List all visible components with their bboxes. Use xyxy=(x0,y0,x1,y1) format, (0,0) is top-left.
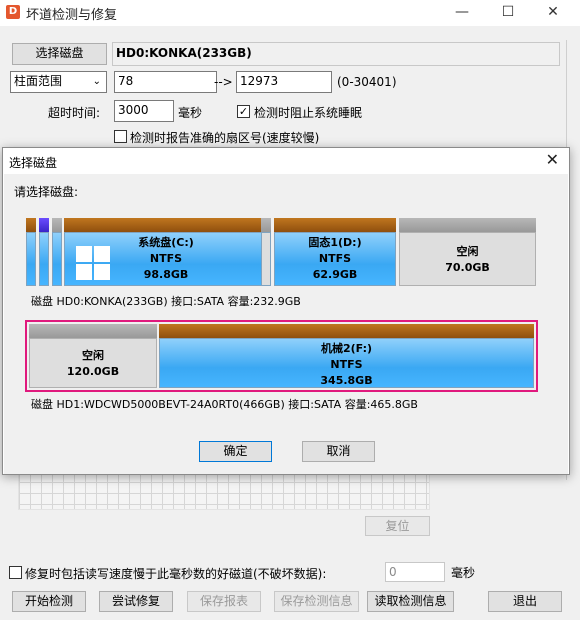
range-arrow: --> xyxy=(214,75,233,89)
repair-slow-label: 修复时包括读写速度慢于此毫秒数的好磁道(不破坏数据): xyxy=(25,567,327,581)
dialog-prompt: 请选择磁盘: xyxy=(14,185,79,199)
timeout-label: 超时时间: xyxy=(48,106,101,120)
timeout-input[interactable]: 3000 xyxy=(114,100,174,122)
disk0-info: 磁盘 HD0:KONKA(233GB) 接口:SATA 容量:232.9GB xyxy=(31,295,301,308)
save-report-button[interactable]: 保存报表 xyxy=(187,591,261,612)
chevron-down-icon: ⌄ xyxy=(92,76,101,87)
minimize-icon[interactable]: — xyxy=(440,0,484,24)
ok-button[interactable]: 确定 xyxy=(199,441,272,462)
range-start-input[interactable]: 78 xyxy=(114,71,217,93)
partition-f-size: 345.8GB xyxy=(320,374,373,387)
disk-name-box: HD0:KONKA(233GB) xyxy=(112,42,560,66)
disk0-reserved-2[interactable] xyxy=(39,218,49,286)
disk0-free-size: 70.0GB xyxy=(445,261,490,274)
prevent-sleep-checkbox[interactable]: ✓ xyxy=(237,105,250,118)
disk1-free-name: 空闲 xyxy=(82,349,104,362)
disk0-reserved-3[interactable] xyxy=(52,218,62,286)
try-repair-button[interactable]: 尝试修复 xyxy=(99,591,173,612)
repair-slow-input[interactable]: 0 xyxy=(385,562,445,582)
read-info-button[interactable]: 读取检测信息 xyxy=(367,591,454,612)
maximize-icon[interactable]: ☐ xyxy=(486,0,530,24)
sector-grid xyxy=(18,470,430,510)
save-info-button[interactable]: 保存检测信息 xyxy=(274,591,359,612)
partition-d[interactable]: 固态1(D:) NTFS 62.9GB xyxy=(274,218,396,286)
report-sector-checkbox[interactable] xyxy=(114,130,127,143)
range-end-input[interactable]: 12973 xyxy=(236,71,332,93)
disk1-info: 磁盘 HD1:WDCWD5000BEVT-24A0RT0(466GB) 接口:S… xyxy=(31,398,418,411)
repair-slow-checkbox[interactable] xyxy=(9,566,22,579)
disk0-reserved-4[interactable] xyxy=(261,218,271,286)
dialog-title: 选择磁盘 xyxy=(9,156,58,170)
partition-f[interactable]: 机械2(F:) NTFS 345.8GB xyxy=(159,324,534,388)
partition-d-fs: NTFS xyxy=(318,252,352,265)
range-select-value: 柱面范围 xyxy=(14,74,63,88)
partition-d-name: 固态1(D:) xyxy=(308,236,362,249)
disk1-map[interactable]: 空闲 120.0GB 机械2(F:) NTFS 345.8GB xyxy=(25,320,538,392)
dialog-body: 请选择磁盘: 系统盘(C:) NTFS 98.8GB 固态1(D:) NTFS … xyxy=(4,174,568,474)
prevent-sleep-label: 检测时阻止系统睡眠 xyxy=(254,106,363,120)
close-icon[interactable]: ✕ xyxy=(531,0,575,24)
select-disk-dialog: 选择磁盘 ✕ 请选择磁盘: 系统盘(C:) NTFS 98.8GB 固态1(D:… xyxy=(2,147,570,475)
disk0-reserved-1[interactable] xyxy=(26,218,36,286)
reset-button[interactable]: 复位 xyxy=(365,516,430,536)
partition-d-size: 62.9GB xyxy=(312,268,358,281)
partition-f-name: 机械2(F:) xyxy=(320,342,373,355)
exit-button[interactable]: 退出 xyxy=(488,591,562,612)
partition-c-name: 系统盘(C:) xyxy=(138,236,194,249)
title-bar: D 坏道检测与修复 — ☐ ✕ xyxy=(0,0,580,26)
select-disk-button[interactable]: 选择磁盘 xyxy=(12,43,107,65)
disk1-free-space[interactable]: 空闲 120.0GB xyxy=(29,324,157,388)
range-select[interactable]: 柱面范围 ⌄ xyxy=(10,71,107,93)
disk1-free-size: 120.0GB xyxy=(66,365,120,378)
partition-f-fs: NTFS xyxy=(330,358,363,371)
partition-c-size: 98.8GB xyxy=(143,268,189,281)
timeout-unit: 毫秒 xyxy=(178,106,203,120)
report-sector-label: 检测时报告准确的扇区号(速度较慢) xyxy=(130,131,320,145)
start-detect-button[interactable]: 开始检测 xyxy=(12,591,86,612)
repair-slow-unit: 毫秒 xyxy=(451,566,476,580)
app-icon: D xyxy=(6,5,20,19)
disk0-free-name: 空闲 xyxy=(456,245,479,258)
disk0-map[interactable]: 系统盘(C:) NTFS 98.8GB 固态1(D:) NTFS 62.9GB … xyxy=(24,218,536,290)
close-icon[interactable]: ✕ xyxy=(546,150,559,169)
window-title: 坏道检测与修复 xyxy=(26,8,118,23)
disk-name: HD0:KONKA(233GB) xyxy=(116,46,252,60)
disk0-free-space[interactable]: 空闲 70.0GB xyxy=(399,218,536,286)
cancel-button[interactable]: 取消 xyxy=(302,441,375,462)
partition-c-fs: NTFS xyxy=(149,252,183,265)
range-hint: (0-30401) xyxy=(337,75,397,89)
partition-c[interactable]: 系统盘(C:) NTFS 98.8GB xyxy=(64,218,268,286)
